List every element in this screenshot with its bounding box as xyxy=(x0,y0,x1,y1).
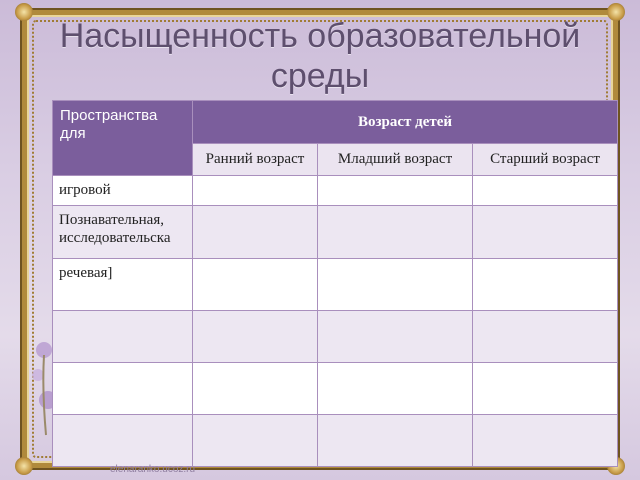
table-cell xyxy=(317,310,473,363)
frame-corner-ornament-icon xyxy=(15,457,33,475)
table-cell xyxy=(317,175,473,206)
table-cell xyxy=(192,362,318,415)
table-row: игровой xyxy=(52,175,619,206)
table-cell xyxy=(192,205,318,259)
row-label: речевая] xyxy=(52,258,193,311)
table-cell xyxy=(471,414,619,467)
row-label: Познавательная, исследовательска xyxy=(52,205,193,259)
table-cell xyxy=(317,205,473,259)
table-cell xyxy=(317,414,473,467)
table-cell xyxy=(317,258,473,311)
subheader-older-age: Старший возраст xyxy=(471,143,619,176)
slide-title-line: Насыщенность образовательной xyxy=(59,17,581,55)
subheader-early-age: Ранний возраст xyxy=(192,143,318,176)
table-row: речевая] xyxy=(52,258,619,311)
website-watermark: elenaranko.ucoz.ru xyxy=(110,464,196,475)
table-cell xyxy=(471,310,619,363)
table-row xyxy=(52,362,619,415)
table-cell xyxy=(471,205,619,259)
table-cell xyxy=(471,362,619,415)
table-cell xyxy=(192,310,318,363)
table-row: Познавательная, исследовательска xyxy=(52,205,619,259)
header-spaces-for: Пространства для xyxy=(52,100,193,176)
table-cell xyxy=(471,258,619,311)
subheader-younger-age: Младший возраст xyxy=(317,143,473,176)
table-cell xyxy=(192,258,318,311)
table-row xyxy=(52,310,619,363)
table-cell xyxy=(317,362,473,415)
row-label xyxy=(52,414,193,467)
table-cell xyxy=(192,175,318,206)
row-label: игровой xyxy=(52,175,193,206)
table-cell xyxy=(471,175,619,206)
row-label xyxy=(52,310,193,363)
slide-title-line: среды xyxy=(270,57,370,95)
table-row xyxy=(52,414,619,467)
slide-title: Насыщенность образовательной среды xyxy=(0,16,640,96)
header-children-age: Возраст детей xyxy=(191,100,619,144)
row-label xyxy=(52,362,193,415)
age-space-table: Пространства для Возраст детей Ранний во… xyxy=(52,100,619,467)
table-cell xyxy=(192,414,318,467)
